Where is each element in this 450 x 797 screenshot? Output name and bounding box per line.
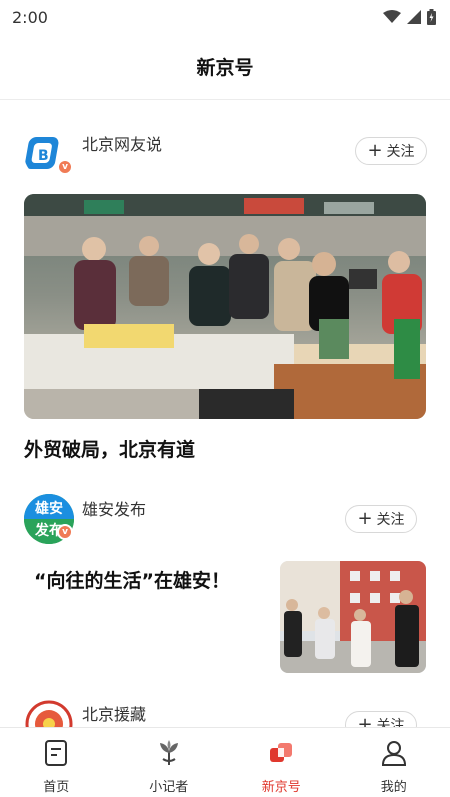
avatar[interactable] <box>24 699 74 727</box>
status-icons <box>383 9 436 25</box>
status-bar: 2:00 <box>0 0 450 34</box>
tab-home[interactable]: 首页 <box>0 728 113 797</box>
news-headline[interactable]: 外贸破局，北京有道 <box>24 435 195 462</box>
news-photo-supermarket[interactable] <box>24 194 426 419</box>
account-row-bjwys[interactable]: B v 北京网友说 + 关注 <box>24 129 428 185</box>
follow-label: 关注 <box>386 144 415 160</box>
signal-icon <box>407 10 421 24</box>
account-row-bjyz[interactable]: 北京援藏 + 关注 <box>24 699 428 727</box>
bjyz-logo-icon <box>25 700 73 727</box>
verified-badge-icon: v <box>57 524 73 540</box>
status-time: 2:00 <box>12 7 48 27</box>
battery-icon <box>427 9 436 25</box>
person-icon <box>381 741 406 766</box>
follow-button[interactable]: + 关注 <box>345 711 417 727</box>
plant-icon <box>159 740 178 765</box>
avatar-text-top: 雄安 <box>35 501 63 517</box>
account-name[interactable]: 雄安发布 <box>82 496 146 520</box>
top-header: 新京号 <box>0 34 450 100</box>
tab-label: 首页 <box>43 780 70 795</box>
tab-label: 我的 <box>380 780 407 795</box>
tab-reporter[interactable]: 小记者 <box>113 728 226 797</box>
tab-xinjinghao[interactable]: 新京号 <box>225 728 338 797</box>
svg-text:B: B <box>38 148 49 164</box>
follow-label: 关注 <box>376 512 405 528</box>
xinjinghao-icon <box>270 743 293 762</box>
follow-label: 关注 <box>376 718 405 727</box>
tab-mine[interactable]: 我的 <box>338 728 450 797</box>
verified-badge-icon: v <box>57 159 73 175</box>
plus-icon: + <box>367 140 383 161</box>
news-headline[interactable]: “向往的生活”在雄安！ <box>34 566 264 593</box>
home-doc-icon <box>45 740 68 766</box>
tab-label: 新京号 <box>261 780 301 795</box>
wifi-icon <box>383 10 401 23</box>
news-thumbnail[interactable] <box>280 561 426 673</box>
account-name[interactable]: 北京网友说 <box>82 131 162 155</box>
follow-button[interactable]: + 关注 <box>355 137 427 165</box>
supermarket-photo <box>24 194 426 419</box>
page-title: 新京号 <box>196 57 254 79</box>
plus-icon: + <box>357 714 373 728</box>
account-name[interactable]: 北京援藏 <box>82 701 146 725</box>
xiongan-photo <box>280 561 426 673</box>
bottom-tab-bar: 首页 小记者 新京号 我的 <box>0 727 450 797</box>
plus-icon: + <box>357 508 373 529</box>
tab-label: 小记者 <box>149 780 189 795</box>
account-row-xiongan[interactable]: 雄安 发布 v 雄安发布 + 关注 <box>24 494 428 550</box>
follow-button[interactable]: + 关注 <box>345 505 417 533</box>
feed-list[interactable]: B v 北京网友说 + 关注 外贸破局，北京有道 雄安 发布 v 雄安发布 + … <box>0 101 450 727</box>
